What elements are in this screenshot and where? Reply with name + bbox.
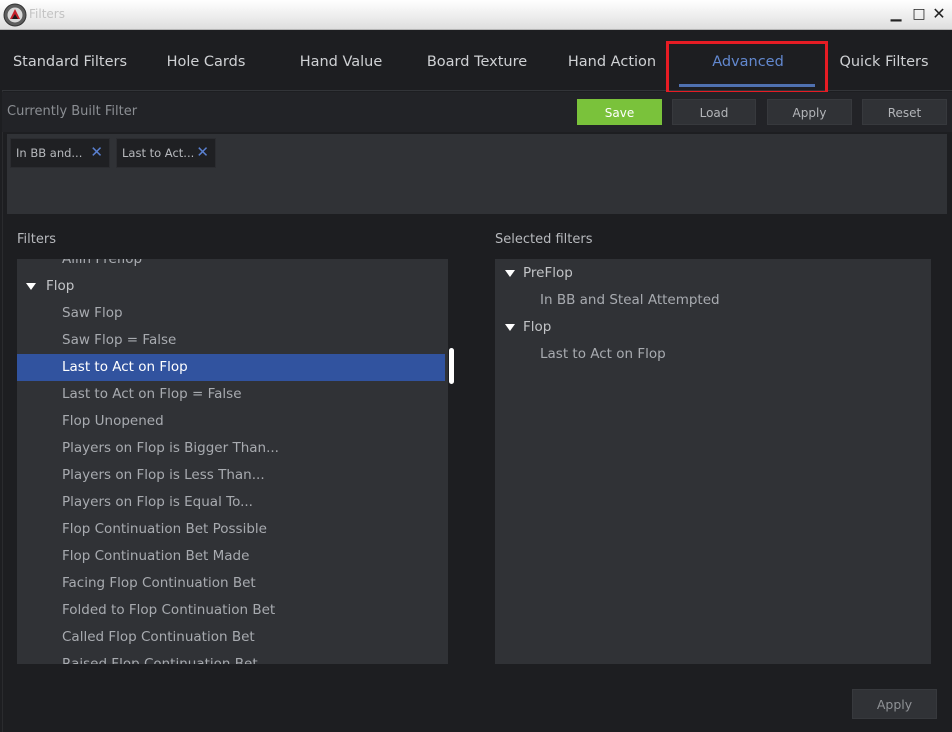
filters-list: Allin Preflop Flop Saw Flop Saw Flop = F… [17, 259, 448, 664]
list-item[interactable]: Folded to Flop Continuation Bet [17, 597, 445, 624]
tree-group-preflop[interactable]: PreFlop [503, 260, 573, 287]
filter-chip-label: Last to Act... [122, 146, 195, 160]
app-logo-icon [3, 3, 27, 27]
list-item-selected[interactable]: Last to Act on Flop [17, 354, 445, 381]
built-filter-title: Currently Built Filter [7, 104, 138, 119]
list-item[interactable]: Saw Flop = False [17, 327, 445, 354]
tab-board-texture[interactable]: Board Texture [409, 31, 545, 91]
remove-chip-icon[interactable]: ✕ [196, 143, 209, 161]
filters-scrollbar[interactable] [449, 348, 454, 384]
selected-filters-tree: PreFlop In BB and Steal Attempted Flop L… [495, 259, 931, 664]
tree-group-flop[interactable]: Flop [503, 314, 551, 341]
minimize-icon[interactable]: ▁ [886, 4, 906, 24]
list-item[interactable]: Called Flop Continuation Bet [17, 624, 445, 651]
save-button[interactable]: Save [577, 99, 662, 125]
filter-chip-label: In BB and... [16, 146, 83, 160]
list-item[interactable]: Raised Flop Continuation Bet [17, 651, 445, 664]
expand-triangle-icon[interactable] [26, 283, 36, 290]
tab-hole-cards[interactable]: Hole Cards [138, 31, 274, 91]
tab-standard-filters[interactable]: Standard Filters [2, 31, 138, 91]
tree-item[interactable]: In BB and Steal Attempted [540, 287, 720, 314]
list-item[interactable]: Facing Flop Continuation Bet [17, 570, 445, 597]
reset-button[interactable]: Reset [862, 99, 947, 125]
list-item[interactable]: Last to Act on Flop = False [17, 381, 445, 408]
tab-quick-filters[interactable]: Quick Filters [816, 31, 952, 91]
list-group-label: Flop [46, 278, 75, 294]
expand-triangle-icon[interactable] [505, 324, 515, 331]
selected-filters-title: Selected filters [495, 232, 593, 247]
list-item[interactable]: Players on Flop is Equal To... [17, 489, 445, 516]
close-icon[interactable]: ✕ [929, 4, 949, 24]
maximize-icon[interactable]: □ [909, 4, 929, 24]
list-item[interactable]: Players on Flop is Bigger Than... [17, 435, 445, 462]
list-item[interactable]: Players on Flop is Less Than... [17, 462, 445, 489]
list-item[interactable]: Saw Flop [17, 300, 445, 327]
filter-chip[interactable]: In BB and... ✕ [10, 138, 110, 168]
title-bar: Filters ▁ □ ✕ [0, 0, 952, 30]
list-group-flop[interactable]: Flop [17, 273, 445, 300]
filter-chip[interactable]: Last to Act... ✕ [116, 138, 216, 168]
load-button[interactable]: Load [672, 99, 756, 125]
tab-hand-action[interactable]: Hand Action [544, 31, 680, 91]
filters-title: Filters [17, 232, 56, 247]
apply-button[interactable]: Apply [767, 99, 852, 125]
remove-chip-icon[interactable]: ✕ [90, 143, 103, 161]
tree-item[interactable]: Last to Act on Flop [540, 341, 666, 368]
list-item[interactable]: Flop Continuation Bet Made [17, 543, 445, 570]
list-item[interactable]: Allin Preflop [17, 259, 445, 273]
expand-triangle-icon[interactable] [505, 270, 515, 277]
apply-footer-button[interactable]: Apply [852, 689, 937, 719]
tab-hand-value[interactable]: Hand Value [273, 31, 409, 91]
annotation-highlight-box [666, 41, 828, 94]
window-title: Filters [29, 7, 65, 21]
list-item[interactable]: Flop Unopened [17, 408, 445, 435]
list-item[interactable]: Flop Continuation Bet Possible [17, 516, 445, 543]
